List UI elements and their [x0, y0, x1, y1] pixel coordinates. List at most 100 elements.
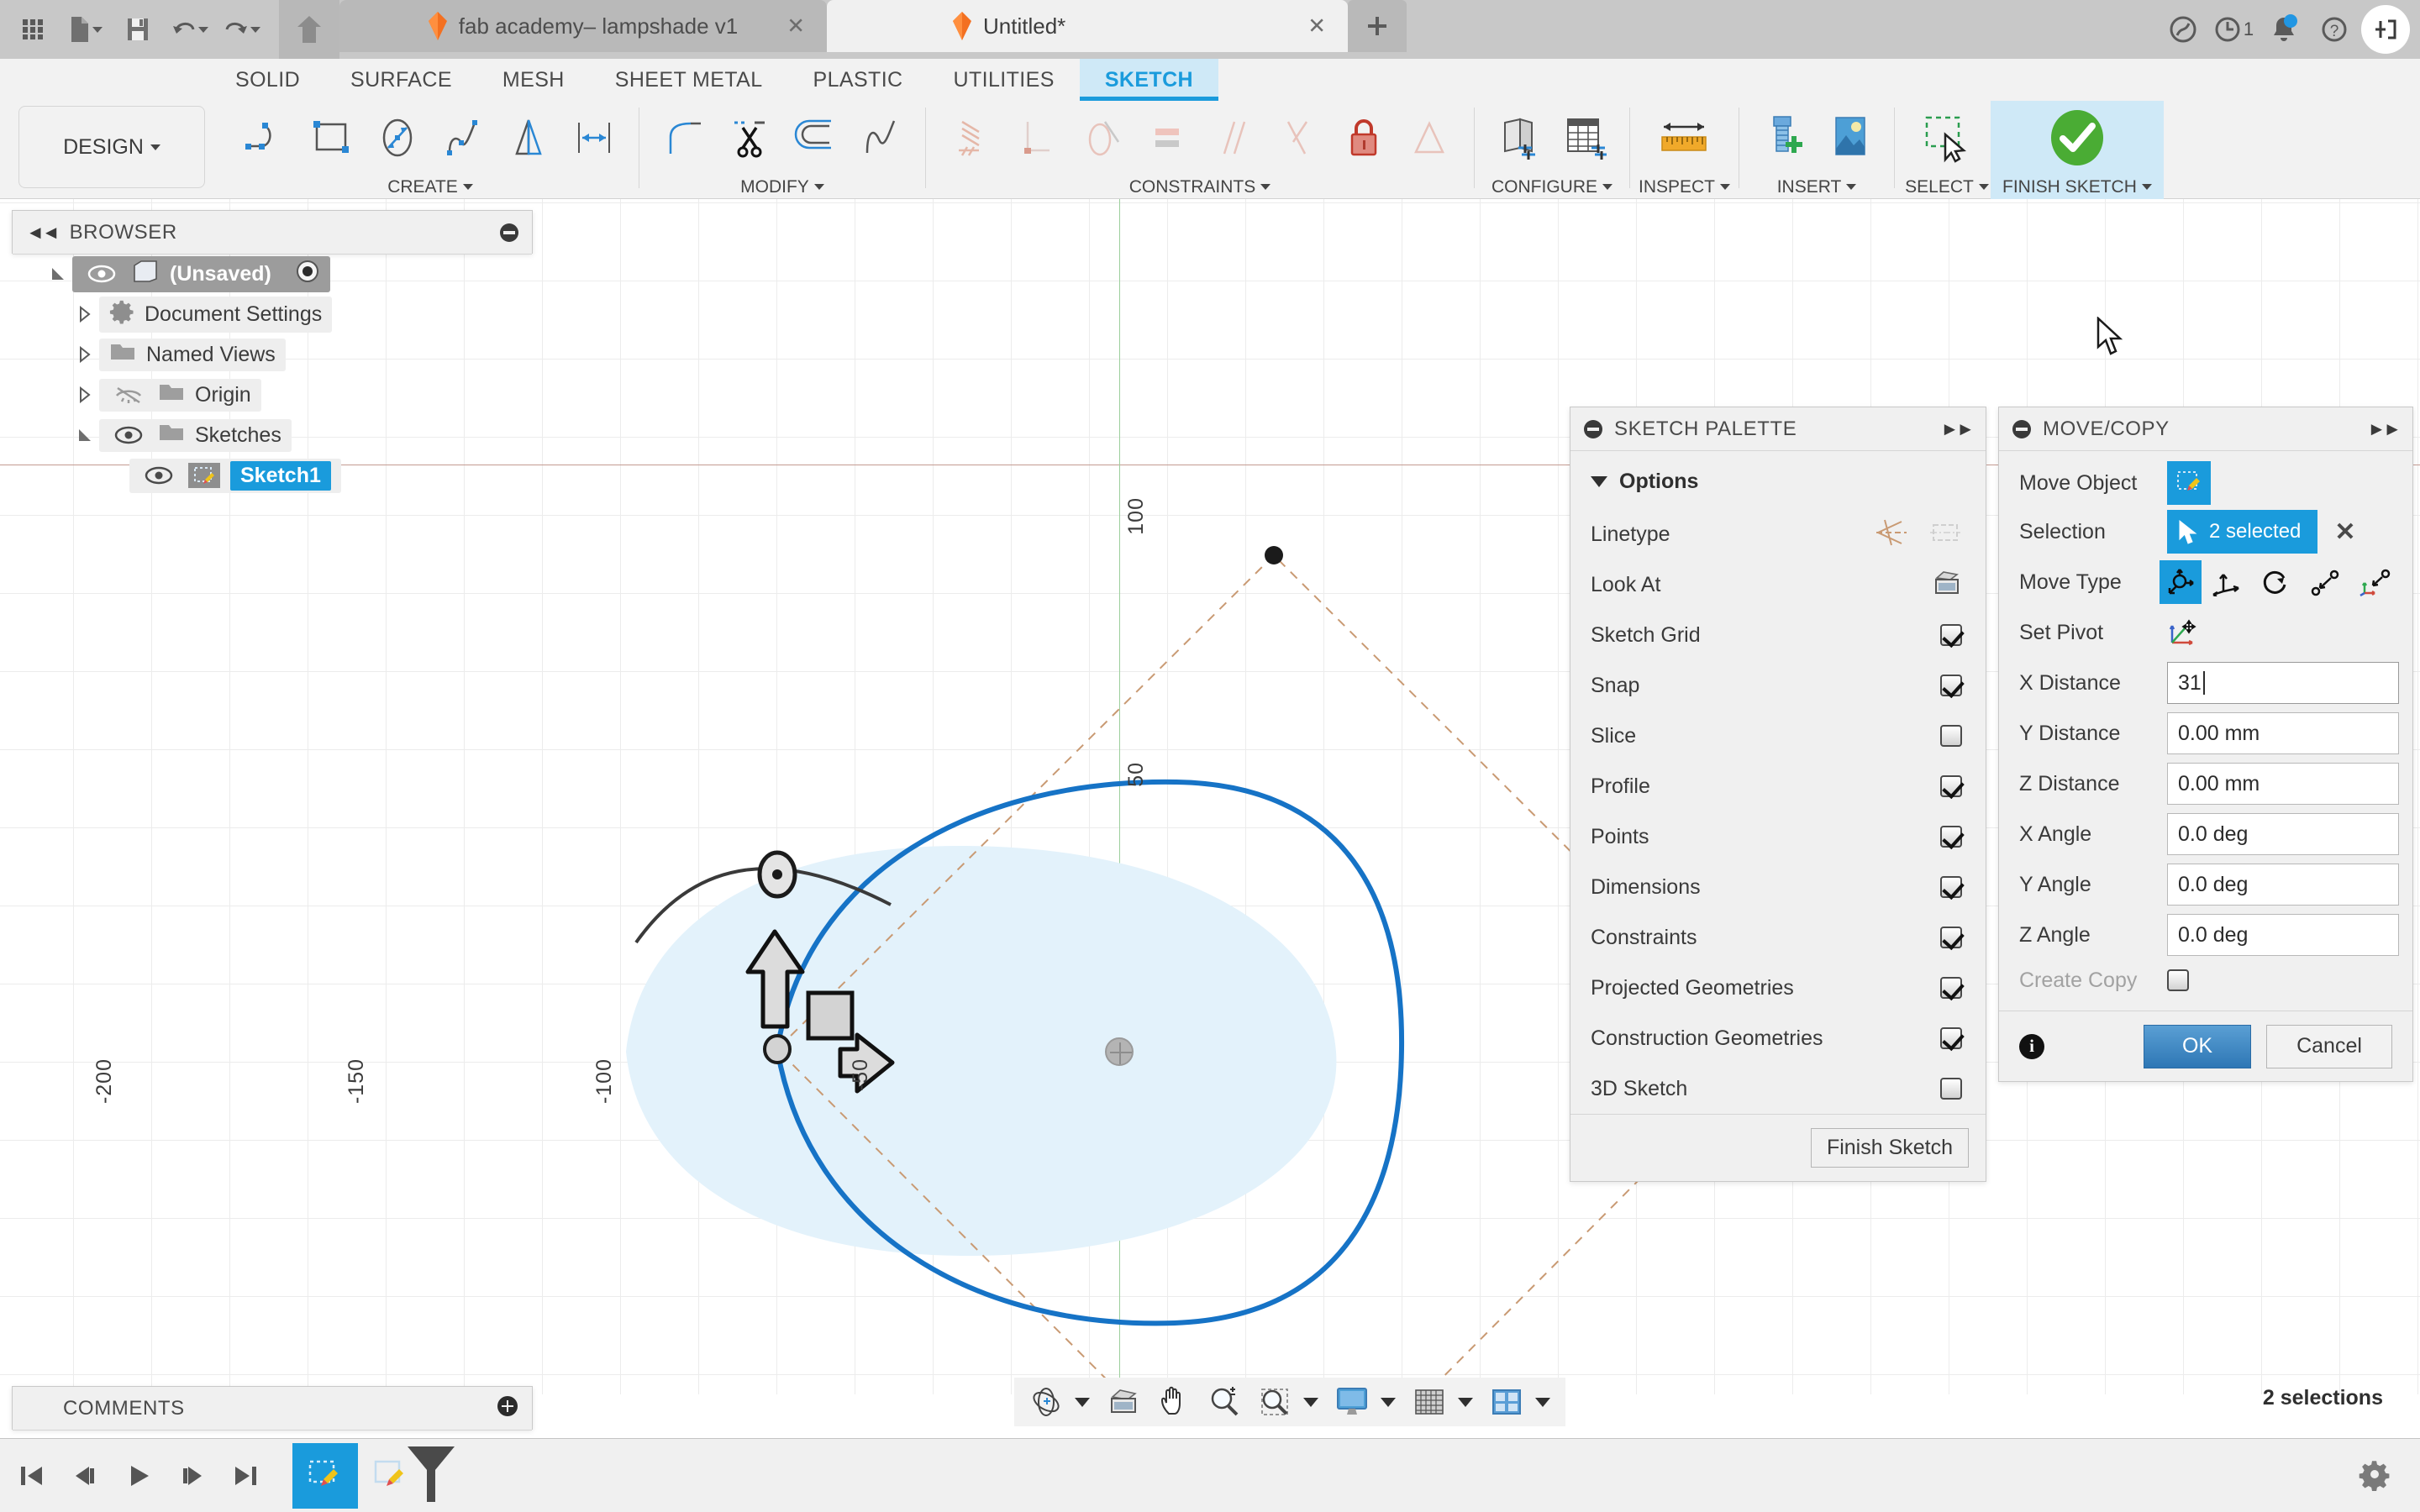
sketch-grid-checkbox[interactable] [1940, 624, 1962, 646]
minimize-icon[interactable] [2012, 419, 2031, 438]
constraints-checkbox[interactable] [1940, 927, 1962, 948]
ribbon-tab-sheet-metal[interactable]: SHEET METAL [590, 59, 788, 101]
zoom-window-icon[interactable] [1251, 1378, 1298, 1425]
zoom-icon[interactable] [1201, 1378, 1248, 1425]
ribbon-group-label-select[interactable]: SELECT [1905, 175, 1989, 199]
home-icon[interactable] [279, 0, 339, 59]
activate-component-radio[interactable] [295, 259, 320, 290]
save-icon[interactable] [116, 8, 160, 51]
clear-selection-icon[interactable]: ✕ [2334, 517, 2355, 547]
cancel-button[interactable]: Cancel [2266, 1024, 2392, 1068]
tree-node-unsaved-pill[interactable]: (Unsaved) [72, 255, 330, 292]
job-status-icon[interactable]: 1 [2210, 6, 2257, 53]
trim-icon[interactable] [717, 103, 782, 172]
ribbon-tab-solid[interactable]: SOLID [210, 59, 325, 101]
info-icon[interactable]: i [2019, 1033, 2044, 1059]
ribbon-group-label-constraints[interactable]: CONSTRAINTS [1129, 175, 1271, 199]
centerline-icon[interactable] [1928, 518, 1962, 551]
line-icon[interactable] [234, 103, 299, 172]
configure-table-icon[interactable] [1552, 103, 1618, 172]
construction-geometries-checkbox[interactable] [1940, 1027, 1962, 1049]
translate-icon[interactable] [2202, 559, 2251, 606]
ribbon-group-label-inspect[interactable]: INSPECT [1639, 175, 1731, 199]
spline-icon[interactable] [430, 103, 496, 172]
close-icon[interactable]: ✕ [1307, 13, 1326, 39]
redo-icon[interactable] [220, 8, 264, 51]
symmetry-icon[interactable] [1265, 103, 1331, 172]
timeline-marker[interactable] [408, 1446, 455, 1502]
twisty-expanded-icon[interactable] [71, 427, 99, 444]
orbit-icon[interactable] [1023, 1378, 1070, 1425]
tree-node-document-settings-pill[interactable]: Document Settings [99, 296, 333, 333]
snap-checkbox[interactable] [1940, 675, 1962, 696]
rectangle-icon[interactable] [299, 103, 365, 172]
y-distance-input[interactable]: 0.00 mm [2167, 712, 2399, 754]
projected-geometries-checkbox[interactable] [1940, 977, 1962, 999]
construction-line-icon[interactable] [1875, 518, 1908, 551]
timeline-feature-move-copy[interactable] [292, 1442, 358, 1509]
set-pivot-icon[interactable] [2167, 609, 2219, 656]
finish-sketch-button[interactable]: Finish Sketch [1810, 1128, 1969, 1168]
ribbon-group-finish-sketch[interactable]: FINISH SKETCH [1991, 101, 2164, 199]
chevron-down-icon[interactable] [1303, 1397, 1318, 1407]
ribbon-group-label-create[interactable]: CREATE [387, 175, 473, 199]
minimize-icon[interactable] [500, 223, 518, 242]
play-icon[interactable] [116, 1453, 161, 1499]
tree-node-named-views[interactable]: Named Views [12, 334, 533, 375]
tree-node-sketches-pill[interactable]: Sketches [99, 418, 292, 452]
account-icon[interactable] [2361, 5, 2410, 54]
coincident-icon[interactable] [938, 103, 1003, 172]
z-distance-input[interactable]: 0.00 mm [2167, 763, 2399, 805]
twisty-expanded-icon[interactable] [44, 265, 72, 282]
perpendicular-icon[interactable] [1003, 103, 1069, 172]
tree-node-sketches[interactable]: Sketches [12, 415, 533, 455]
new-tab-button[interactable] [1348, 0, 1407, 52]
dock-right-icon[interactable]: ►► [2367, 418, 2402, 440]
undo-icon[interactable] [168, 8, 212, 51]
ribbon-group-label-finish-sketch[interactable]: FINISH SKETCH [2002, 175, 2152, 199]
ribbon-tab-mesh[interactable]: MESH [477, 59, 590, 101]
x-distance-input[interactable]: 31 [2167, 662, 2399, 704]
offset-icon[interactable] [782, 103, 848, 172]
extensions-icon[interactable] [2160, 6, 2207, 53]
display-settings-icon[interactable] [1328, 1378, 1376, 1425]
x-angle-input[interactable]: 0.0 deg [2167, 813, 2399, 855]
fix-icon[interactable] [1331, 103, 1397, 172]
add-comment-icon[interactable] [497, 1395, 518, 1421]
circle-icon[interactable] [365, 103, 430, 172]
step-back-icon[interactable] [62, 1453, 108, 1499]
dimensions-checkbox[interactable] [1940, 876, 1962, 898]
visibility-hidden-icon[interactable] [109, 385, 148, 405]
ribbon-group-label-modify[interactable]: MODIFY [740, 175, 824, 199]
parallel-icon[interactable] [1200, 103, 1265, 172]
twisty-collapsed-icon[interactable] [71, 346, 99, 363]
close-icon[interactable]: ✕ [786, 13, 805, 39]
selection-button[interactable]: 2 selected [2167, 510, 2318, 554]
collapse-left-icon[interactable]: ◄◄ [26, 222, 60, 244]
rotate-icon[interactable] [2250, 559, 2300, 606]
go-to-beginning-icon[interactable] [8, 1453, 54, 1499]
ribbon-group-label-insert[interactable]: INSERT [1777, 175, 1857, 199]
insert-mcmaster-icon[interactable] [1751, 103, 1817, 172]
ok-button[interactable]: OK [2144, 1024, 2251, 1068]
twisty-collapsed-icon[interactable] [71, 386, 99, 403]
sketch-dimension-icon[interactable] [561, 103, 627, 172]
ribbon-tab-plastic[interactable]: PLASTIC [788, 59, 929, 101]
mirror-icon[interactable] [496, 103, 561, 172]
tree-node-sketch1-pill[interactable]: Sketch1 [129, 458, 341, 493]
slice-checkbox[interactable] [1940, 725, 1962, 747]
break-icon[interactable] [848, 103, 913, 172]
viewports-icon[interactable] [1483, 1378, 1530, 1425]
tree-node-named-views-pill[interactable]: Named Views [99, 338, 286, 371]
3d-sketch-checkbox[interactable] [1940, 1078, 1962, 1100]
ribbon-group-label-configure[interactable]: CONFIGURE [1491, 175, 1612, 199]
chevron-down-icon[interactable] [1535, 1397, 1550, 1407]
free-move-icon[interactable] [2160, 560, 2202, 604]
pan-icon[interactable] [1150, 1378, 1197, 1425]
move-object-button[interactable] [2167, 461, 2211, 505]
document-tab-lampshade[interactable]: fab academy– lampshade v1 ✕ [339, 0, 827, 52]
ribbon-tab-utilities[interactable]: UTILITIES [929, 59, 1080, 101]
select-window-icon[interactable] [1907, 103, 1987, 172]
chevron-down-icon[interactable] [1458, 1397, 1473, 1407]
go-to-end-icon[interactable] [224, 1453, 269, 1499]
